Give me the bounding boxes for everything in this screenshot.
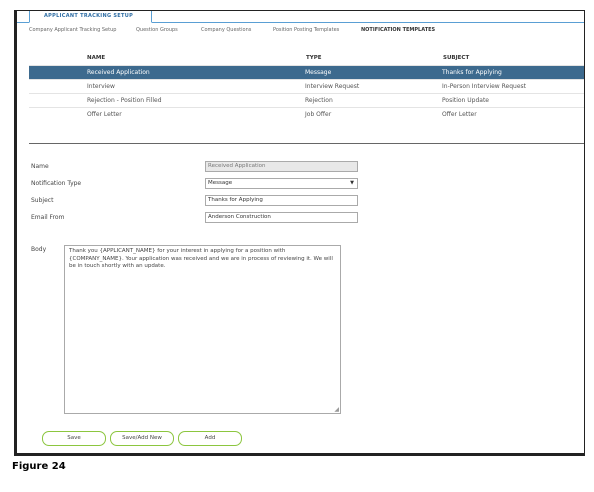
subtab-notification-templates[interactable]: NOTIFICATION TEMPLATES [361, 27, 435, 33]
subtab-position-posting-templates[interactable]: Position Posting Templates [273, 27, 339, 33]
subtab-question-groups[interactable]: Question Groups [136, 27, 178, 33]
app-window: APPLICANT TRACKING SETUP Company Applica… [14, 10, 585, 456]
add-button[interactable]: Add [178, 431, 242, 446]
column-header-name[interactable]: NAME [29, 51, 305, 66]
name-label: Name [31, 163, 49, 170]
subject-label: Subject [31, 197, 54, 204]
table-row[interactable]: Offer Letter Job Offer Offer Letter [29, 107, 584, 121]
body-text: Thank you {APPLICANT_NAME} for your inte… [69, 248, 333, 269]
subject-input[interactable]: Thanks for Applying [205, 195, 358, 206]
cell-name: Rejection - Position Filled [29, 93, 305, 108]
subtab-company-applicant-tracking-setup[interactable]: Company Applicant Tracking Setup [29, 27, 116, 33]
cell-type: Job Offer [305, 107, 442, 121]
templates-table: NAME TYPE SUBJECT Received Application M… [29, 51, 584, 121]
resize-handle-icon[interactable]: ◢ [334, 406, 339, 414]
column-header-type[interactable]: TYPE [305, 51, 442, 66]
subtab-company-questions[interactable]: Company Questions [201, 27, 251, 33]
notification-type-value: Message [208, 180, 233, 186]
cell-name: Interview [29, 79, 305, 94]
cell-type: Message [305, 65, 442, 80]
tab-applicant-tracking-setup[interactable]: APPLICANT TRACKING SETUP [29, 11, 153, 23]
cell-subject: Offer Letter [442, 107, 584, 121]
dropdown-arrow-icon: ▼ [350, 180, 354, 186]
body-textarea[interactable]: Thank you {APPLICANT_NAME} for your inte… [64, 245, 341, 414]
table-row[interactable]: Interview Interview Request In-Person In… [29, 79, 584, 94]
table-header-row: NAME TYPE SUBJECT [29, 51, 584, 66]
notification-type-label: Notification Type [31, 180, 82, 187]
cell-name: Received Application [29, 65, 305, 80]
cell-type: Interview Request [305, 79, 442, 94]
column-header-subject[interactable]: SUBJECT [442, 51, 584, 66]
save-button[interactable]: Save [42, 431, 106, 446]
email-from-label: Email From [31, 214, 65, 221]
cell-type: Rejection [305, 93, 442, 108]
cell-subject: In-Person Interview Request [442, 79, 584, 94]
body-label: Body [31, 246, 47, 253]
name-field: Received Application [205, 161, 358, 172]
table-row[interactable]: Rejection - Position Filled Rejection Po… [29, 93, 584, 108]
notification-type-select[interactable]: Message ▼ [205, 178, 358, 189]
cell-subject: Position Update [442, 93, 584, 108]
email-from-input[interactable]: Anderson Construction [205, 212, 358, 223]
save-add-new-button[interactable]: Save/Add New [110, 431, 174, 446]
figure-caption: Figure 24 [12, 461, 66, 472]
cell-subject: Thanks for Applying [442, 65, 584, 80]
cell-name: Offer Letter [29, 107, 305, 121]
section-divider [29, 143, 584, 144]
table-row[interactable]: Received Application Message Thanks for … [29, 65, 584, 80]
